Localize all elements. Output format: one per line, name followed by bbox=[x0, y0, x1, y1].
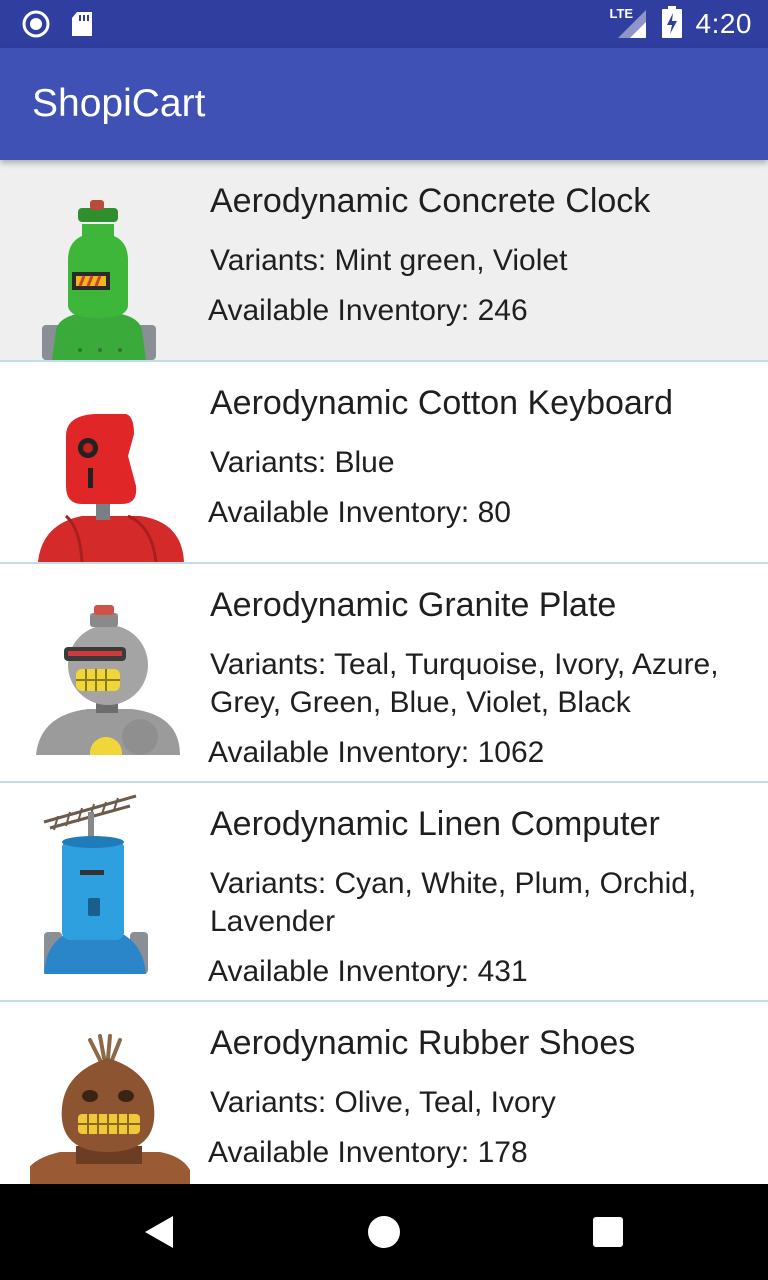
app-title: ShopiCart bbox=[32, 82, 206, 125]
navigation-bar bbox=[0, 1184, 768, 1280]
recents-icon[interactable] bbox=[578, 1202, 638, 1262]
product-name: Aerodynamic Concrete Clock bbox=[210, 182, 651, 220]
product-row[interactable]: Aerodynamic Rubber Shoes Variants: Olive… bbox=[0, 1002, 768, 1184]
product-inventory: Available Inventory: 178 bbox=[208, 1136, 528, 1169]
green-robot-image bbox=[30, 200, 190, 360]
product-inventory: Available Inventory: 246 bbox=[208, 294, 528, 327]
product-row[interactable]: Aerodynamic Concrete Clock Variants: Min… bbox=[0, 160, 768, 362]
product-inventory: Available Inventory: 80 bbox=[208, 496, 511, 529]
product-details: Aerodynamic Cotton Keyboard Variants: Bl… bbox=[208, 382, 750, 532]
product-row[interactable]: Aerodynamic Linen Computer Variants: Cya… bbox=[0, 783, 768, 1002]
grey-robot-image bbox=[30, 603, 190, 755]
back-icon[interactable] bbox=[130, 1202, 190, 1262]
product-details: Aerodynamic Concrete Clock Variants: Min… bbox=[208, 180, 750, 330]
product-variants: Variants: Teal, Turquoise, Ivory, Azure,… bbox=[210, 648, 719, 719]
notification-circle-icon bbox=[22, 10, 50, 43]
product-details: Aerodynamic Granite Plate Variants: Teal… bbox=[208, 584, 750, 772]
brown-robot-image bbox=[30, 1034, 190, 1184]
lte-signal-icon: LTE bbox=[610, 6, 648, 40]
home-icon[interactable] bbox=[354, 1202, 414, 1262]
product-name: Aerodynamic Cotton Keyboard bbox=[210, 384, 674, 422]
app-bar: ShopiCart bbox=[0, 48, 768, 160]
red-robot-image bbox=[30, 412, 190, 562]
status-time: 4:20 bbox=[695, 8, 752, 39]
product-name: Aerodynamic Rubber Shoes bbox=[210, 1024, 636, 1062]
product-details: Aerodynamic Linen Computer Variants: Cya… bbox=[208, 803, 750, 991]
status-bar: LTE 4:20 bbox=[0, 0, 768, 48]
product-name: Aerodynamic Granite Plate bbox=[210, 586, 617, 624]
product-inventory: Available Inventory: 1062 bbox=[208, 736, 545, 769]
product-variants: Variants: Blue bbox=[210, 446, 395, 479]
product-row[interactable]: Aerodynamic Granite Plate Variants: Teal… bbox=[0, 564, 768, 783]
product-variants: Variants: Cyan, White, Plum, Orchid, Lav… bbox=[210, 867, 697, 938]
product-row[interactable]: Aerodynamic Cotton Keyboard Variants: Bl… bbox=[0, 362, 768, 564]
product-inventory: Available Inventory: 431 bbox=[208, 955, 528, 988]
product-list[interactable]: Aerodynamic Concrete Clock Variants: Min… bbox=[0, 160, 768, 1184]
product-variants: Variants: Olive, Teal, Ivory bbox=[210, 1086, 556, 1119]
blue-robot-image bbox=[30, 794, 190, 974]
sd-card-icon bbox=[70, 10, 94, 43]
battery-charging-icon bbox=[661, 5, 682, 43]
product-variants: Variants: Mint green, Violet bbox=[210, 244, 568, 277]
product-name: Aerodynamic Linen Computer bbox=[210, 805, 660, 843]
product-details: Aerodynamic Rubber Shoes Variants: Olive… bbox=[208, 1022, 750, 1172]
